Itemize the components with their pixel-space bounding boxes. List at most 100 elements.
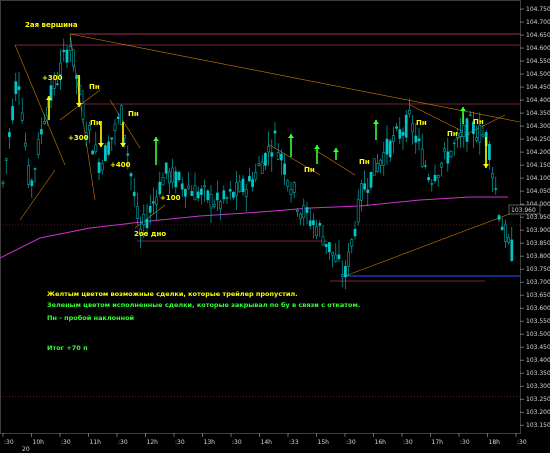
breakout-label-5: Пн <box>359 158 370 166</box>
candle-body <box>497 215 501 220</box>
candle-body <box>507 237 510 243</box>
candle-body <box>404 114 408 138</box>
candle <box>372 158 376 176</box>
candle-body <box>43 121 46 124</box>
candle-body <box>379 159 382 166</box>
profit-label-2: +300 <box>68 134 89 142</box>
bottom-label: 2ое дно <box>134 230 166 238</box>
candle-body <box>251 179 254 187</box>
x-tick-label: 12h <box>147 439 159 446</box>
candle-body <box>123 135 126 139</box>
note-yellow: Желтым цветом возможные сделки, которые … <box>47 290 298 298</box>
candle-body <box>145 218 149 229</box>
candle-body <box>152 201 155 204</box>
note-breakout: Пн - пробой наклонной <box>47 314 135 322</box>
candle <box>120 104 123 126</box>
candle-body <box>363 183 366 190</box>
x-tick-label: :33 <box>289 439 299 446</box>
candle-body <box>193 185 197 201</box>
candle-body <box>120 105 123 125</box>
y-tick-label: 104.700 <box>526 19 550 26</box>
candle-body <box>171 167 174 183</box>
candle-body <box>427 177 430 181</box>
y-tick-label: 103.200 <box>526 409 550 416</box>
candle-body <box>33 168 37 170</box>
peak-label: 2ая вершина <box>25 21 78 29</box>
candle-body <box>110 137 114 140</box>
candle-body <box>225 197 229 199</box>
candle-body <box>158 181 162 195</box>
candle-body <box>129 173 133 177</box>
x-tick-label: :30 <box>346 439 356 446</box>
candle-body <box>232 191 235 198</box>
candle-body <box>56 83 59 85</box>
candle-body <box>30 180 34 186</box>
candle-body <box>462 125 466 137</box>
y-tick-label: 103.750 <box>526 266 550 273</box>
candle <box>104 142 107 162</box>
breakout-label-3: Пн <box>128 110 139 118</box>
candle-body <box>305 207 309 213</box>
candle-body <box>328 242 331 253</box>
y-tick-label: 104.600 <box>526 45 550 52</box>
candle-body <box>222 190 226 200</box>
x-tick-label: 10h <box>33 439 45 446</box>
x-tick-label: :30 <box>403 439 413 446</box>
candle-body <box>283 163 286 175</box>
candle-body <box>161 176 165 186</box>
candle-body <box>344 266 347 278</box>
x-tick-label: 16h <box>375 439 387 446</box>
candle-body <box>331 252 334 256</box>
price-chart: 104.750 104.700 104.650 104.600 104.550 104.5… <box>0 0 550 453</box>
candle-body <box>187 185 190 189</box>
candle-body <box>369 171 373 188</box>
candle-body <box>289 189 293 195</box>
candle-body <box>235 182 238 196</box>
candle-body <box>360 183 363 201</box>
candle-body <box>280 153 283 161</box>
candle-body <box>424 165 427 167</box>
candle-body <box>11 106 14 121</box>
candle-body <box>315 226 318 237</box>
candle-body <box>398 129 402 139</box>
candle-body <box>200 188 203 195</box>
candle-body <box>382 152 386 166</box>
candle-body <box>267 146 270 153</box>
breakout-label-7: Пн <box>473 118 484 126</box>
candle-body <box>244 189 248 197</box>
candle-body <box>500 226 504 231</box>
candle-body <box>273 130 277 134</box>
candle-body <box>478 124 482 143</box>
x-tick-label: 15h <box>318 439 330 446</box>
y-tick-label: 103.250 <box>526 396 550 403</box>
candle-body <box>27 165 30 185</box>
candle-body <box>116 116 120 120</box>
y-tick-label: 103.400 <box>526 357 550 364</box>
candle-body <box>510 239 514 261</box>
candle-body <box>446 151 450 164</box>
candle-body <box>72 49 75 67</box>
y-tick-label: 104.200 <box>526 149 550 156</box>
y-tick-label: 103.550 <box>526 318 550 325</box>
x-tick-label: 17h <box>432 439 444 446</box>
candle-body <box>392 135 395 142</box>
y-tick-label: 103.950 <box>526 214 550 221</box>
candle-body <box>254 172 258 180</box>
x-tick-label: 11h <box>90 439 102 446</box>
note-green: Зеленым цветом исполненные сделки, котор… <box>47 301 360 309</box>
candle-body <box>264 153 267 166</box>
candle-body <box>494 188 498 190</box>
candle-body <box>107 141 110 155</box>
y-tick-label: 103.800 <box>526 253 550 260</box>
candle-body <box>312 220 315 226</box>
y-tick-label: 104.550 <box>526 58 550 65</box>
candle-body <box>481 134 485 137</box>
candle-body <box>142 214 146 226</box>
candle-body <box>40 129 43 135</box>
x-tick-label: :30 <box>118 439 128 446</box>
candle-body <box>91 150 94 155</box>
candle-body <box>433 175 437 182</box>
candle-body <box>190 191 194 196</box>
candle-body <box>184 188 187 197</box>
note-total: Итог +70 п <box>47 344 88 352</box>
